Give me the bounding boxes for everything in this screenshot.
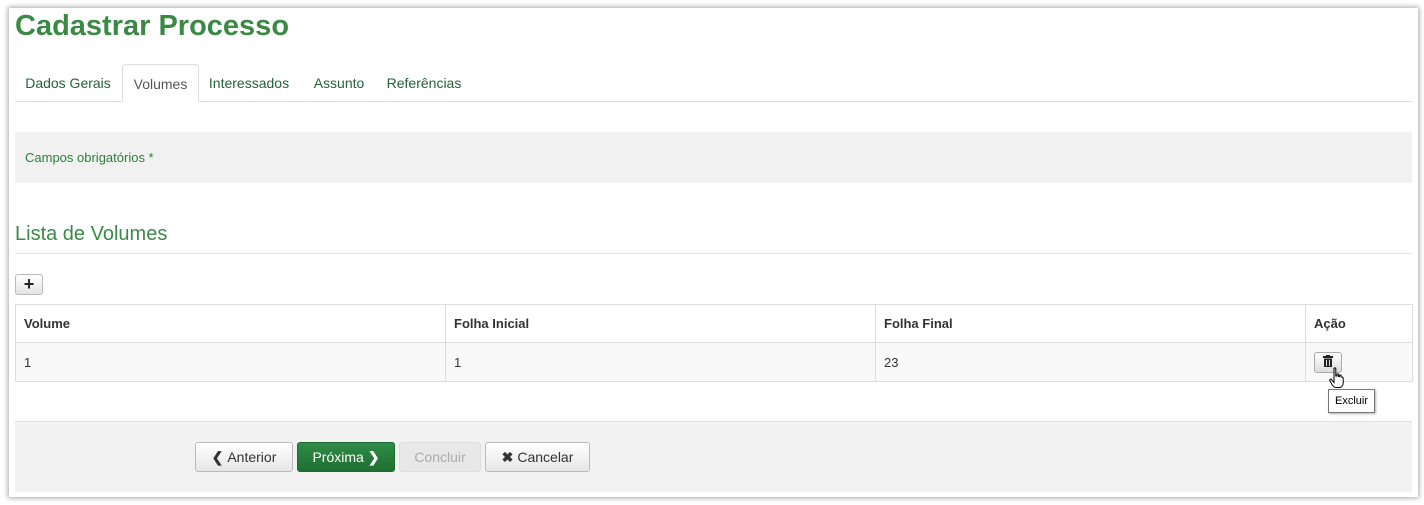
- tab-assunto[interactable]: Assunto: [305, 64, 373, 100]
- cell-action: [1305, 342, 1413, 382]
- form-actions: ❮ Anterior Próxima ❯ Concluir ✖ Cancelar: [15, 421, 1412, 492]
- close-icon: ✖: [501, 449, 514, 465]
- section-title: Lista de Volumes: [15, 223, 168, 245]
- tab-dados-gerais[interactable]: Dados Gerais: [15, 64, 121, 100]
- column-header-volume: Volume: [15, 304, 446, 343]
- cell-folha-inicial: 1: [445, 342, 876, 382]
- required-fields-note: Campos obrigatórios *: [25, 150, 154, 165]
- chevron-right-icon: ❯: [367, 449, 380, 465]
- main-panel: Cadastrar Processo Dados Gerais Volumes …: [9, 8, 1418, 497]
- column-header-acao: Ação: [1305, 304, 1413, 343]
- tab-referencias[interactable]: Referências: [381, 64, 467, 100]
- tab-volumes[interactable]: Volumes: [122, 64, 199, 102]
- delete-tooltip: Excluir: [1328, 389, 1376, 413]
- table-row: 1 1 23: [15, 342, 1413, 382]
- finish-button[interactable]: Concluir: [399, 442, 481, 472]
- add-volume-button[interactable]: +: [15, 274, 43, 295]
- table-header-row: Volume Folha Inicial Folha Final Ação: [15, 304, 1413, 343]
- required-fields-box: Campos obrigatórios *: [15, 132, 1412, 183]
- tab-interessados[interactable]: Interessados: [203, 64, 295, 100]
- finish-button-label: Concluir: [414, 449, 466, 465]
- trash-icon: [1323, 354, 1333, 367]
- plus-icon: +: [23, 274, 35, 294]
- next-button-label: Próxima: [312, 449, 364, 465]
- hand-cursor-icon: [1329, 367, 1344, 388]
- column-header-folha-inicial: Folha Inicial: [445, 304, 876, 343]
- page-title: Cadastrar Processo: [15, 10, 290, 42]
- chevron-left-icon: ❮: [211, 449, 224, 465]
- cancel-button[interactable]: ✖ Cancelar: [485, 442, 590, 472]
- tab-bar: Dados Gerais Volumes Interessados Assunt…: [15, 64, 1412, 102]
- cell-volume: 1: [15, 342, 446, 382]
- previous-button-label: Anterior: [227, 449, 277, 465]
- cancel-button-label: Cancelar: [517, 449, 574, 465]
- cell-folha-final: 23: [875, 342, 1306, 382]
- previous-button[interactable]: ❮ Anterior: [195, 442, 293, 472]
- section-divider: [15, 253, 1412, 254]
- column-header-folha-final: Folha Final: [875, 304, 1306, 343]
- volumes-table: Volume Folha Inicial Folha Final Ação 1 …: [15, 304, 1413, 382]
- next-button[interactable]: Próxima ❯: [297, 442, 395, 472]
